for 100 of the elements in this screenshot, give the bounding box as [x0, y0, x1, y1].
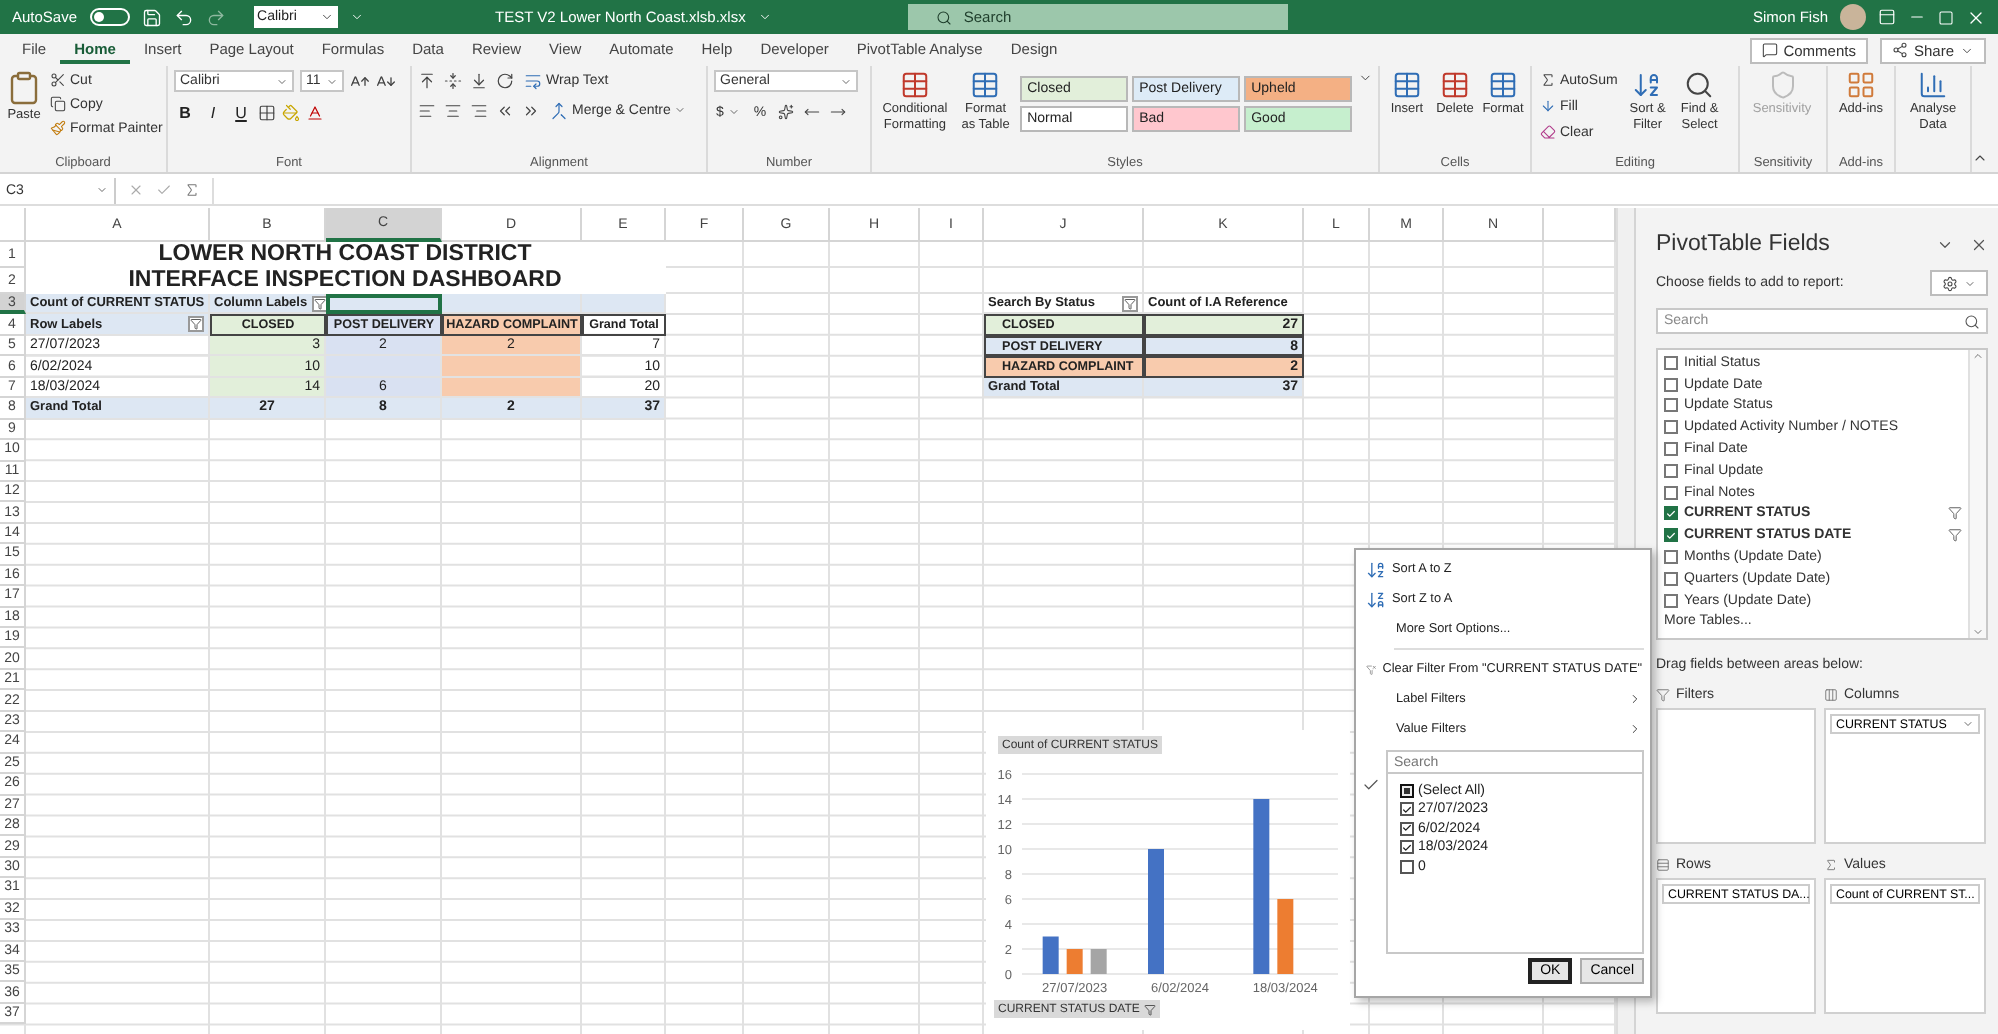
grid-icon [1846, 70, 1876, 100]
avatar[interactable] [1840, 4, 1866, 30]
checkbox[interactable] [1664, 355, 1678, 370]
caret-icon [1962, 718, 1974, 730]
table-cell [442, 294, 582, 315]
filter-icon [190, 318, 202, 331]
borders-icon[interactable] [258, 104, 276, 122]
search-icon [1964, 313, 1980, 329]
checkbox[interactable] [1664, 593, 1678, 608]
columns-icon [1824, 687, 1838, 701]
align-left-icon[interactable] [418, 101, 436, 119]
checkbox[interactable] [1664, 441, 1678, 456]
checkbox[interactable] [1400, 859, 1414, 873]
filter-icon [313, 297, 326, 310]
checkbox[interactable] [1664, 420, 1678, 435]
undo-icon[interactable] [173, 7, 194, 27]
sort-icon [1632, 70, 1663, 100]
chart-bar [1277, 899, 1294, 974]
filter-button[interactable] [311, 295, 328, 312]
clipboard-icon [6, 70, 42, 106]
checkbox[interactable] [1664, 485, 1678, 500]
checkbox[interactable] [1400, 802, 1414, 816]
checkbox[interactable] [1664, 398, 1678, 413]
table-cell [442, 377, 582, 399]
shrink-font-icon[interactable] [376, 71, 396, 91]
caret-icon [276, 75, 288, 87]
search-icon [935, 9, 952, 25]
checkbox[interactable] [1664, 549, 1678, 564]
sort-ascending-icon [1366, 559, 1386, 579]
sigma-icon [1540, 72, 1556, 88]
values-icon [1824, 857, 1838, 871]
table-icon [1392, 70, 1422, 100]
checkbox[interactable] [1664, 571, 1678, 586]
chart-icon [1918, 70, 1948, 100]
checkbox[interactable] [1400, 840, 1414, 854]
autosave-toggle[interactable] [89, 8, 130, 26]
settings-button[interactable] [1930, 270, 1988, 296]
checkbox[interactable] [1664, 463, 1678, 478]
collapse-ribbon-icon[interactable] [1972, 150, 1988, 166]
settings-icon [1942, 275, 1958, 291]
table-icon [899, 70, 930, 100]
ribbon-display-icon[interactable] [1878, 8, 1896, 26]
save-icon[interactable] [141, 7, 162, 27]
filter-button[interactable] [1122, 295, 1138, 312]
align-right-icon[interactable] [470, 101, 488, 119]
bold-button[interactable]: B [174, 102, 196, 124]
checkbox[interactable] [1664, 377, 1678, 392]
bottom-align-icon[interactable] [470, 71, 488, 89]
paintbrush-icon [50, 120, 66, 136]
copy-icon [50, 96, 66, 112]
caret-icon [319, 10, 334, 24]
chart-bar [1066, 949, 1083, 974]
redo-icon[interactable] [205, 7, 226, 27]
filter-icon [1143, 1003, 1156, 1015]
multi-select-icon[interactable] [1362, 776, 1380, 794]
scissors-icon [50, 72, 66, 88]
restore-icon[interactable] [1938, 9, 1954, 25]
align-center-icon[interactable] [444, 101, 462, 119]
close-icon[interactable] [1966, 7, 1986, 27]
decrease-indent-icon[interactable] [496, 101, 514, 119]
checkbox[interactable] [1664, 506, 1678, 521]
function-icon[interactable] [184, 182, 200, 198]
eraser-icon [1540, 124, 1556, 140]
rows-icon [1656, 857, 1670, 871]
caret-icon [727, 106, 740, 118]
table-icon [1440, 70, 1470, 100]
table-icon [970, 70, 1001, 100]
dashboard-title: LOWER NORTH COAST DISTRICT [26, 242, 666, 268]
filter-icon [1948, 506, 1962, 521]
filter-icon [1948, 528, 1962, 543]
caret-icon [1960, 43, 1974, 57]
search-icon [1684, 70, 1715, 100]
filter-button[interactable] [188, 316, 204, 333]
close-icon[interactable] [1970, 235, 1988, 253]
checkbox[interactable] [1400, 783, 1414, 797]
caret-icon [1964, 277, 1976, 289]
caret-icon [96, 184, 108, 196]
italic-button[interactable]: I [202, 102, 224, 124]
chart-bar [1042, 936, 1059, 974]
customize-caret-icon[interactable] [349, 10, 364, 24]
table-cell [326, 356, 442, 378]
shield-icon [1767, 70, 1797, 100]
font-color-icon[interactable] [306, 104, 324, 122]
gallery-more-icon[interactable] [1357, 70, 1372, 86]
grow-font-icon[interactable] [350, 71, 370, 91]
checkbox[interactable] [1664, 528, 1678, 543]
filters-icon [1656, 687, 1670, 701]
underline-button[interactable]: U [230, 102, 252, 124]
arrow-down-icon [1540, 98, 1556, 114]
caret-icon [757, 10, 772, 24]
table-icon [1488, 70, 1518, 100]
chart-bar [1148, 849, 1164, 974]
share-icon [1891, 42, 1908, 58]
increase-indent-icon[interactable] [522, 101, 540, 119]
middle-align-icon[interactable] [444, 71, 462, 89]
fill-color-icon[interactable] [282, 104, 300, 122]
checkbox[interactable] [1400, 821, 1414, 835]
top-align-icon[interactable] [418, 71, 436, 89]
orientation-icon[interactable] [496, 71, 514, 89]
merge-icon [550, 101, 568, 119]
